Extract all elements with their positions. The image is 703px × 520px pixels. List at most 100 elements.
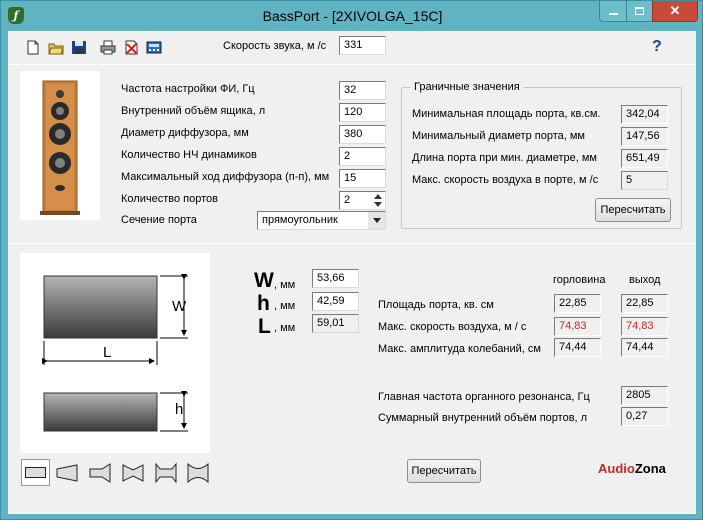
- window-title: BassPort - [2XIVOLGA_15C]: [262, 8, 443, 24]
- ports-count-spinner[interactable]: [370, 192, 385, 209]
- air-speed-throat: 74,83: [554, 317, 601, 336]
- h-input[interactable]: 42,59: [312, 292, 359, 311]
- diameter-label: Диаметр диффузора, мм: [121, 127, 249, 139]
- save-icon: [72, 41, 86, 54]
- tuning-freq-input[interactable]: 32: [339, 81, 386, 100]
- toolbar: Скорость звука, м /с 331 ?: [8, 31, 696, 63]
- drivers-count-input[interactable]: 2: [339, 147, 386, 166]
- diagram-h-label: h: [175, 401, 184, 418]
- l-letter: L: [258, 315, 271, 338]
- double-cone-port-icon: [122, 464, 144, 482]
- port-area-throat: 22,85: [554, 294, 601, 313]
- amplitude-throat: 74,44: [554, 338, 601, 357]
- limits-recalc-button[interactable]: Пересчитать: [595, 198, 671, 222]
- shape-hourglass-button[interactable]: [186, 462, 211, 484]
- drivers-count-label: Количество НЧ динамиков: [121, 149, 257, 161]
- shape-rect-button[interactable]: [21, 459, 50, 486]
- sound-speed-input[interactable]: 331: [339, 36, 386, 55]
- xmax-label: Максимальный ход диффузора (п-п), мм: [121, 171, 330, 183]
- chevron-down-icon: [372, 218, 381, 223]
- close-button[interactable]: ✕: [652, 1, 698, 22]
- middle-separator: [8, 243, 696, 244]
- client-area: Скорость звука, м /с 331 ? Частота настр…: [8, 31, 696, 514]
- max-air-speed-input[interactable]: 5: [621, 171, 668, 190]
- logo-audio: Audio: [598, 461, 635, 476]
- delete-icon: [125, 40, 138, 55]
- new-file-button[interactable]: [25, 40, 41, 55]
- save-button[interactable]: [71, 40, 87, 55]
- total-port-volume-label: Суммарный внутренний объём портов, л: [378, 412, 588, 424]
- total-port-volume-value: 0,27: [621, 407, 668, 426]
- tuning-freq-label: Частота настройки ФИ, Гц: [121, 83, 255, 95]
- w-unit: , мм: [274, 279, 296, 291]
- xmax-input[interactable]: 15: [339, 169, 386, 188]
- bottom-edge: [8, 513, 696, 514]
- diagram-w-label: W: [172, 298, 187, 315]
- limits-group-title: Граничные значения: [411, 81, 523, 93]
- shape-flared-button[interactable]: [88, 462, 113, 484]
- l-unit: , мм: [274, 322, 296, 334]
- port-length-label: Длина порта при мин. диаметре, мм: [412, 152, 597, 164]
- min-diameter-label: Минимальный диаметр порта, мм: [412, 130, 585, 142]
- spin-down-icon[interactable]: [373, 202, 382, 207]
- hourglass-port-icon: [187, 462, 209, 484]
- h-letter: h: [257, 292, 270, 315]
- spin-up-icon[interactable]: [373, 194, 382, 199]
- shape-double-flare-button[interactable]: [154, 462, 179, 484]
- close-icon: ✕: [669, 3, 681, 18]
- floor-speaker-image: [40, 80, 80, 215]
- double-flare-port-icon: [155, 462, 177, 484]
- port-diagram-panel: W L h: [20, 253, 210, 453]
- speaker-picture-panel: [20, 71, 100, 220]
- minimize-icon: [608, 13, 618, 15]
- organ-resonance-value: 2805: [621, 386, 668, 405]
- w-letter: W: [254, 269, 274, 292]
- exit-column-header: выход: [629, 274, 661, 286]
- organ-resonance-label: Главная частота органного резонанса, Гц: [378, 391, 590, 403]
- audiozona-logo: AudioZona: [598, 461, 666, 476]
- port-area-exit: 22,85: [621, 294, 668, 313]
- port-section-value: прямоугольник: [262, 214, 338, 226]
- throat-column-header: горловина: [553, 274, 606, 286]
- port-length-value: 651,49: [621, 149, 668, 168]
- toolbar-separator: [8, 64, 696, 65]
- logo-zona: Zona: [634, 461, 666, 476]
- port-section-select[interactable]: прямоугольник: [257, 211, 386, 230]
- min-area-label: Минимальная площадь порта, кв.см.: [412, 108, 601, 120]
- dropdown-arrow-icon[interactable]: [368, 212, 385, 229]
- main-window: ƒ BassPort - [2XIVOLGA_15C] ✕ Скорость з…: [0, 0, 703, 520]
- flared-port-icon: [89, 463, 111, 483]
- diagram-l-label: L: [103, 344, 112, 361]
- open-file-button[interactable]: [48, 40, 64, 55]
- l-input[interactable]: 59,01: [312, 314, 359, 333]
- help-button[interactable]: ?: [652, 38, 662, 56]
- cone-port-icon: [56, 464, 78, 482]
- printer-icon: [100, 40, 116, 55]
- box-volume-label: Внутренний объём ящика, л: [121, 105, 266, 117]
- w-input[interactable]: 53,66: [312, 269, 359, 288]
- clear-button[interactable]: [123, 40, 139, 55]
- h-unit: , мм: [274, 300, 296, 312]
- shape-double-cone-button[interactable]: [121, 462, 146, 484]
- title-bar[interactable]: ƒ BassPort - [2XIVOLGA_15C] ✕: [1, 1, 703, 31]
- calculator-button[interactable]: [146, 40, 162, 55]
- air-speed-label: Макс. скорость воздуха, м / с: [378, 321, 527, 333]
- new-file-icon: [27, 40, 39, 55]
- port-section-label: Сечение порта: [121, 214, 197, 226]
- minimize-button[interactable]: [599, 1, 627, 22]
- print-button[interactable]: [100, 40, 116, 55]
- diameter-input[interactable]: 380: [339, 125, 386, 144]
- port-area-label: Площадь порта, кв. см: [378, 299, 494, 311]
- sound-speed-label: Скорость звука, м /с: [223, 40, 327, 52]
- shape-cone-button[interactable]: [55, 462, 80, 484]
- box-volume-input[interactable]: 120: [339, 103, 386, 122]
- min-area-value: 342,04: [621, 105, 668, 124]
- amplitude-exit: 74,44: [621, 338, 668, 357]
- max-air-speed-label: Макс. скорость воздуха в порте, м /с: [412, 174, 599, 186]
- rectangle-port-icon: [25, 467, 46, 478]
- port-recalc-button[interactable]: Пересчитать: [407, 459, 481, 483]
- amplitude-label: Макс. амплитуда колебаний, см: [378, 343, 541, 355]
- maximize-button[interactable]: [626, 1, 653, 22]
- maximize-icon: [635, 7, 644, 15]
- open-folder-icon: [48, 43, 64, 55]
